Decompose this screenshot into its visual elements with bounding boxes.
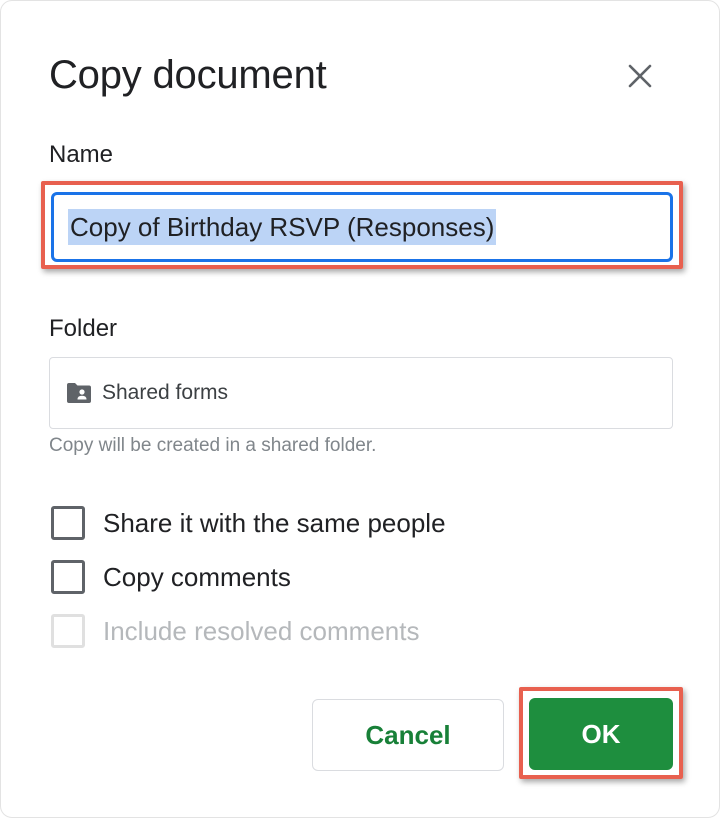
cancel-button[interactable]: Cancel <box>312 699 504 771</box>
name-input-value: Copy of Birthday RSVP (Responses) <box>68 209 497 245</box>
close-icon <box>628 64 652 88</box>
shared-folder-icon <box>66 381 94 405</box>
ok-button[interactable]: OK <box>529 698 673 770</box>
folder-label: Folder <box>49 315 118 342</box>
name-label: Name <box>49 141 114 168</box>
share-option[interactable]: Share it with the same people <box>51 503 446 543</box>
folder-hint: Copy will be created in a shared folder. <box>49 435 377 456</box>
copy-comments-label: Copy comments <box>103 561 291 592</box>
share-label: Share it with the same people <box>103 507 446 538</box>
dialog-title: Copy document <box>49 53 327 97</box>
folder-name: Shared forms <box>102 381 229 404</box>
include-resolved-option: Include resolved comments <box>51 611 419 651</box>
name-input[interactable]: Copy of Birthday RSVP (Responses) <box>51 192 673 262</box>
folder-selector[interactable]: Shared forms <box>49 357 673 429</box>
include-resolved-checkbox <box>51 614 85 648</box>
copy-comments-option[interactable]: Copy comments <box>51 557 291 597</box>
include-resolved-label: Include resolved comments <box>103 615 420 646</box>
share-checkbox[interactable] <box>51 506 85 540</box>
copy-comments-checkbox[interactable] <box>51 560 85 594</box>
copy-document-dialog: Copy document Name Copy of Birthday RSVP… <box>0 0 720 818</box>
close-button[interactable] <box>617 53 663 99</box>
